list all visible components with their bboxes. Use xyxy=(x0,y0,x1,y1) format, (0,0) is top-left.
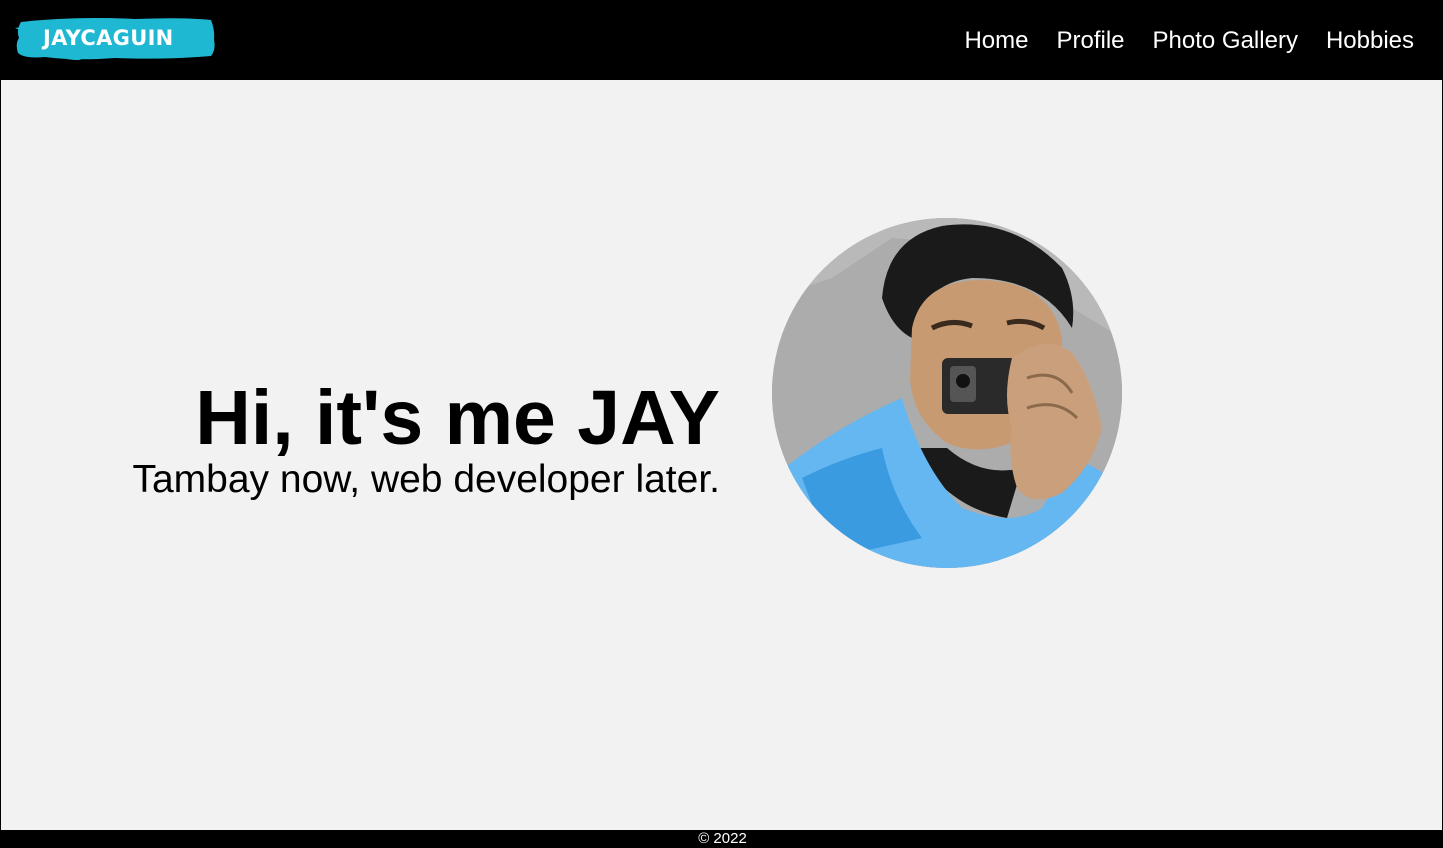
logo-text: JAYCAGUIN xyxy=(43,26,174,50)
hero-title: Hi, it's me JAY xyxy=(195,375,720,461)
navbar: JAYCAGUIN Home Profile Photo Gallery Hob… xyxy=(1,1,1443,80)
page-frame: JAYCAGUIN Home Profile Photo Gallery Hob… xyxy=(0,0,1443,847)
profile-photo-illustration xyxy=(772,218,1122,568)
nav-photo-gallery[interactable]: Photo Gallery xyxy=(1153,28,1298,54)
nav-hobbies[interactable]: Hobbies xyxy=(1326,28,1414,54)
hero-subtitle: Tambay now, web developer later. xyxy=(132,458,720,501)
site-logo[interactable]: JAYCAGUIN xyxy=(15,16,216,60)
hero-text: Hi, it's me JAY Tambay now, web develope… xyxy=(132,376,720,502)
footer: © 2022 xyxy=(1,830,1443,847)
nav-home[interactable]: Home xyxy=(964,28,1028,54)
nav-profile[interactable]: Profile xyxy=(1057,28,1125,54)
main-nav: Home Profile Photo Gallery Hobbies xyxy=(964,28,1414,54)
copyright-text: © 2022 xyxy=(698,830,747,847)
profile-photo xyxy=(772,218,1122,568)
